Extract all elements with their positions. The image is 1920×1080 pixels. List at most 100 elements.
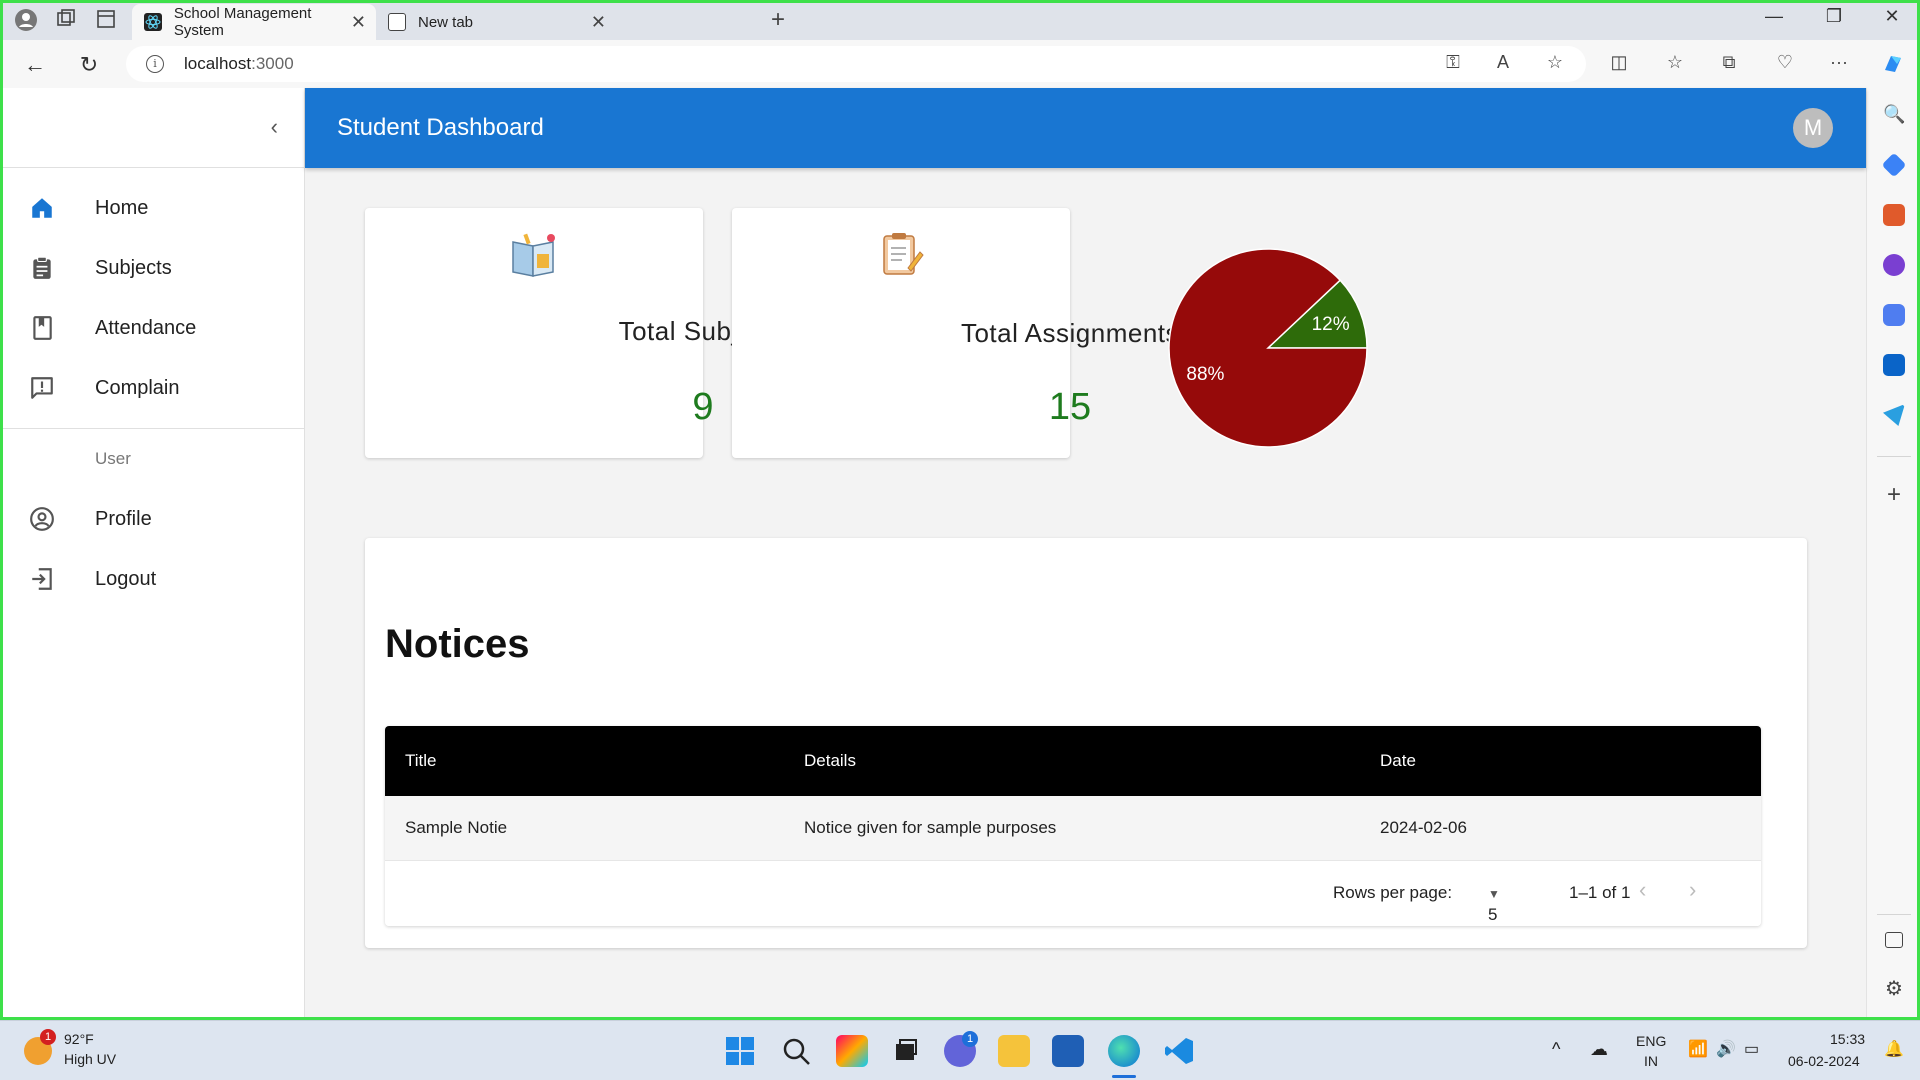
microsoft-store-icon[interactable] (1052, 1035, 1084, 1067)
bookmark-book-icon (33, 316, 52, 340)
hide-sidebar-icon[interactable] (1885, 932, 1903, 948)
vscode-icon[interactable] (1164, 1035, 1196, 1067)
notification-bell-icon[interactable]: 🔔 (1884, 1039, 1904, 1059)
copilot-taskbar-icon[interactable] (836, 1035, 868, 1067)
split-screen-icon[interactable]: ◫ (1606, 52, 1632, 73)
total-subjects-card: Total Subjects 9 (365, 208, 787, 458)
pie-slice (1168, 248, 1368, 448)
feedback-icon (31, 377, 53, 399)
password-key-icon[interactable]: ⚿ (1440, 52, 1466, 73)
restore-icon[interactable]: ❐ (1814, 6, 1854, 27)
clock-time[interactable]: 15:33 (1830, 1031, 1865, 1047)
favorite-star-icon[interactable]: ☆ (1542, 52, 1568, 73)
table-pagination: Rows per page: 5 ▼ 1–1 of 1 ‹ › (385, 861, 1761, 926)
sidebar-item-subjects[interactable]: Subjects (3, 238, 304, 298)
add-sidebar-app-icon[interactable]: + (1883, 483, 1905, 507)
clock-date[interactable]: 06-02-2024 (1788, 1053, 1860, 1069)
column-header-date: Date (1380, 751, 1416, 770)
search-icon[interactable]: 🔍 (1883, 104, 1905, 126)
rows-per-page-select[interactable]: 5 ▼ (1488, 883, 1500, 924)
wifi-icon[interactable]: 📶 (1688, 1039, 1708, 1059)
sidebar-item-label: Logout (95, 567, 157, 590)
tab-school-management[interactable]: School Management System ✕ (132, 4, 376, 40)
chevron-left-icon[interactable]: ‹ (271, 114, 278, 140)
language-top[interactable]: ENG (1636, 1033, 1666, 1049)
new-tab-plus-icon[interactable]: + (766, 8, 790, 32)
tab-title: New tab (418, 13, 474, 31)
reload-icon[interactable]: ↻ (74, 50, 104, 80)
sidebar-item-home[interactable]: Home (3, 178, 304, 238)
cell-details: Notice given for sample purposes (804, 818, 1057, 837)
tab-actions-icon[interactable] (94, 8, 118, 32)
sidebar-settings-gear-icon[interactable]: ⚙ (1883, 976, 1905, 1000)
read-aloud-icon[interactable]: A (1490, 52, 1516, 73)
avatar[interactable]: M (1793, 108, 1833, 148)
rows-per-page-label: Rows per page: (1333, 883, 1453, 902)
sidebar-item-label: Home (95, 196, 149, 219)
sidebar-item-label: Attendance (95, 316, 197, 339)
outlook-icon[interactable] (1883, 354, 1905, 376)
tab-new-tab[interactable]: New tab ✕ (376, 4, 616, 40)
url-field[interactable]: i localhost:3000 (126, 46, 1586, 82)
edge-browser-icon[interactable] (1108, 1035, 1140, 1067)
profile-icon[interactable] (14, 8, 38, 32)
url-text: localhost:3000 (184, 54, 294, 73)
minimize-icon[interactable]: — (1754, 6, 1794, 27)
home-icon (32, 198, 52, 218)
app-top-bar: Student Dashboard M (305, 88, 1866, 168)
show-hidden-icons-icon[interactable]: ^ (1552, 1039, 1560, 1060)
battery-icon[interactable]: ▭ (1744, 1039, 1759, 1059)
sidebar-item-logout[interactable]: Logout (3, 549, 304, 609)
task-view-icon[interactable] (890, 1035, 922, 1067)
side-drawer: ‹ Home Subjects Attendance Complain User… (3, 88, 305, 1017)
weather-temp: 92°F (64, 1031, 94, 1047)
more-options-icon[interactable]: ··· (1826, 52, 1852, 73)
cell-title: Sample Notie (405, 818, 508, 837)
weather-badge: 1 (40, 1029, 56, 1045)
notices-table: Title Details Date Sample Notie Notice g… (385, 726, 1761, 926)
account-circle-icon (30, 507, 54, 531)
send-icon[interactable] (1883, 404, 1905, 426)
copilot-icon[interactable] (1880, 52, 1906, 81)
volume-icon[interactable]: 🔊 (1716, 1039, 1736, 1059)
tab-title: School Management System (173, 5, 312, 39)
pie-slice-label: 88% (1186, 364, 1224, 385)
sidebar-item-attendance[interactable]: Attendance (3, 298, 304, 358)
weather-desc: High UV (64, 1051, 117, 1067)
browser-essentials-icon[interactable]: ♡ (1772, 52, 1798, 73)
chat-badge: 1 (962, 1031, 978, 1047)
microsoft-365-icon[interactable] (1883, 304, 1905, 326)
user-section-header: User (95, 449, 131, 468)
assignment-clipboard-icon (883, 233, 924, 275)
table-row[interactable]: Sample Notie Notice given for sample pur… (385, 796, 1761, 861)
close-window-icon[interactable]: ✕ (1872, 6, 1912, 27)
address-bar-row: ← ↻ i localhost:3000 ⚿ A ☆ ◫ ☆ ⧉ ♡ ··· (0, 40, 1920, 88)
close-tab-icon[interactable]: ✕ (591, 12, 606, 33)
pie-slice-label: 12% (1312, 314, 1350, 335)
collections-icon[interactable]: ⧉ (1716, 52, 1742, 73)
cell-date: 2024-02-06 (1380, 818, 1467, 837)
language-bottom[interactable]: IN (1644, 1053, 1658, 1069)
sidebar-item-label: Profile (95, 507, 152, 530)
games-icon[interactable] (1883, 254, 1905, 276)
file-explorer-icon[interactable] (998, 1035, 1030, 1067)
close-tab-icon[interactable]: ✕ (351, 12, 366, 33)
back-arrow-icon[interactable]: ← (20, 50, 50, 80)
shopping-tag-icon[interactable] (1881, 152, 1907, 178)
favorites-icon[interactable]: ☆ (1662, 52, 1688, 73)
onedrive-icon[interactable]: ☁ (1590, 1039, 1608, 1060)
workspaces-icon[interactable] (54, 8, 78, 32)
sidebar-item-complain[interactable]: Complain (3, 358, 304, 418)
sidebar-item-profile[interactable]: Profile (3, 489, 304, 549)
site-info-icon[interactable]: i (146, 55, 164, 73)
total-assignments-card: Total Assignments 15 (732, 208, 1179, 458)
tools-icon[interactable] (1883, 204, 1905, 226)
column-header-title: Title (405, 751, 437, 770)
react-favicon-icon (144, 13, 162, 31)
previous-page-icon[interactable]: ‹ (1639, 877, 1646, 903)
search-icon[interactable] (780, 1035, 812, 1067)
next-page-icon[interactable]: › (1689, 877, 1696, 903)
new-tab-favicon-icon (388, 13, 406, 31)
start-windows-icon[interactable] (724, 1035, 756, 1067)
pagination-range: 1–1 of 1 (1569, 883, 1631, 902)
